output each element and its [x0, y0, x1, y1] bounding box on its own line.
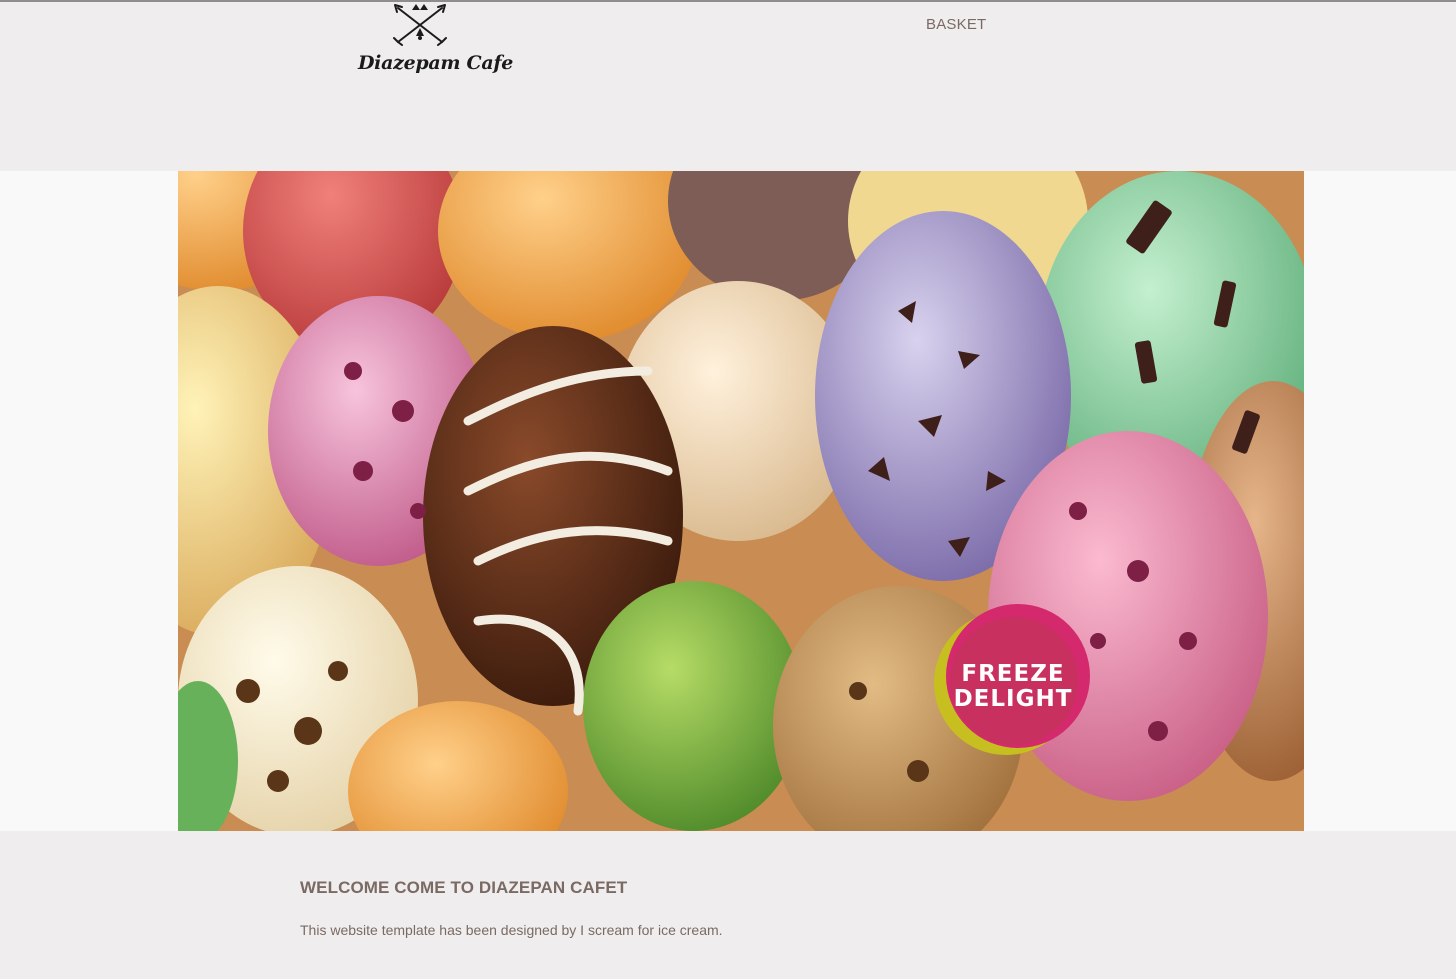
site-logo[interactable]: Diazepam Cafe	[356, 2, 513, 82]
logo-text: Diazepam Cafe	[358, 52, 513, 74]
hero-banner: FREEZE DELIGHT	[178, 171, 1304, 831]
crossed-arrows-icon	[393, 4, 447, 46]
welcome-heading: WELCOME COME TO DIAZEPAN CAFET	[300, 878, 628, 897]
nav-basket-link[interactable]: BASKET	[926, 16, 986, 33]
ice-cream-banner-image: FREEZE DELIGHT	[178, 171, 1304, 831]
badge-line-freeze: FREEZE	[961, 661, 1064, 687]
intro-text: This website template has been designed …	[300, 922, 723, 938]
site-header: Diazepam Cafe BASKET	[0, 2, 1456, 171]
badge-line-delight: DELIGHT	[954, 686, 1073, 712]
